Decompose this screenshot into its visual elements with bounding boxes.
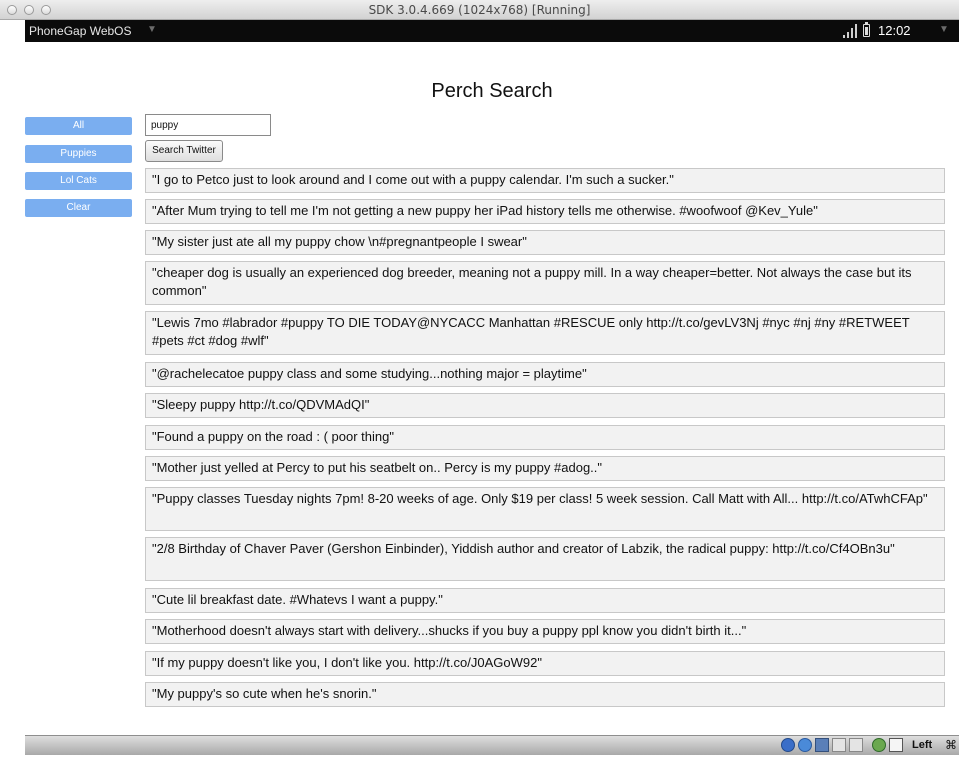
- tweet-item: "Found a puppy on the road : ( poor thin…: [145, 425, 945, 450]
- window-title: SDK 3.0.4.669 (1024x768) [Running]: [368, 3, 591, 17]
- tweet-item: "Motherhood doesn't always start with de…: [145, 619, 945, 644]
- tweet-item: "After Mum trying to tell me I'm not get…: [145, 199, 945, 224]
- tweet-item: "I go to Petco just to look around and I…: [145, 168, 945, 193]
- display-icon[interactable]: [849, 738, 863, 752]
- status-clock: 12:02: [878, 23, 911, 38]
- host-key-label: Left: [912, 739, 933, 751]
- tweet-item: "Cute lil breakfast date. #Whatevs I wan…: [145, 588, 945, 613]
- download-icon[interactable]: [889, 738, 903, 752]
- window-titlebar: SDK 3.0.4.669 (1024x768) [Running]: [0, 0, 959, 20]
- network-icon[interactable]: [798, 738, 812, 752]
- tweet-item: "Mother just yelled at Percy to put his …: [145, 456, 945, 481]
- disk-icon[interactable]: [781, 738, 795, 752]
- tweet-item: "If my puppy doesn't like you, I don't l…: [145, 651, 945, 676]
- puppies-button[interactable]: Puppies: [25, 145, 132, 163]
- app-menu-label[interactable]: PhoneGap WebOS: [29, 24, 132, 38]
- folder-icon[interactable]: [832, 738, 846, 752]
- clear-button[interactable]: Clear: [25, 199, 132, 217]
- tweet-item: "Puppy classes Tuesday nights 7pm! 8-20 …: [145, 487, 945, 531]
- tweet-item: "2/8 Birthday of Chaver Paver (Gershon E…: [145, 537, 945, 581]
- status-menu-arrow-icon[interactable]: ▼: [939, 24, 949, 35]
- tweet-item: "cheaper dog is usually an experienced d…: [145, 261, 945, 305]
- tweet-item: "Sleepy puppy http://t.co/QDVMAdQI": [145, 393, 945, 418]
- usb-icon[interactable]: [815, 738, 829, 752]
- search-input[interactable]: [145, 114, 271, 136]
- status-bar: PhoneGap WebOS ▼ 12:02 ▼: [25, 20, 959, 42]
- tweet-item: "My puppy's so cute when he's snorin.": [145, 682, 945, 707]
- tweet-item: "My sister just ate all my puppy chow \n…: [145, 230, 945, 255]
- tweet-item: "Lewis 7mo #labrador #puppy TO DIE TODAY…: [145, 311, 945, 355]
- vm-status-bar: Left ⌘ ╱╱: [25, 735, 959, 755]
- search-twitter-button[interactable]: Search Twitter: [145, 140, 223, 162]
- page-title: Perch Search: [431, 80, 553, 102]
- lol-cats-button[interactable]: Lol Cats: [25, 172, 132, 190]
- app-menu-arrow-icon[interactable]: ▼: [147, 24, 157, 35]
- command-key-icon: ⌘: [945, 738, 957, 752]
- tweet-item: "@rachelecatoe puppy class and some stud…: [145, 362, 945, 387]
- globe-icon[interactable]: [872, 738, 886, 752]
- all-button[interactable]: All: [25, 117, 132, 135]
- battery-icon: [863, 22, 870, 37]
- signal-icon: [843, 24, 859, 38]
